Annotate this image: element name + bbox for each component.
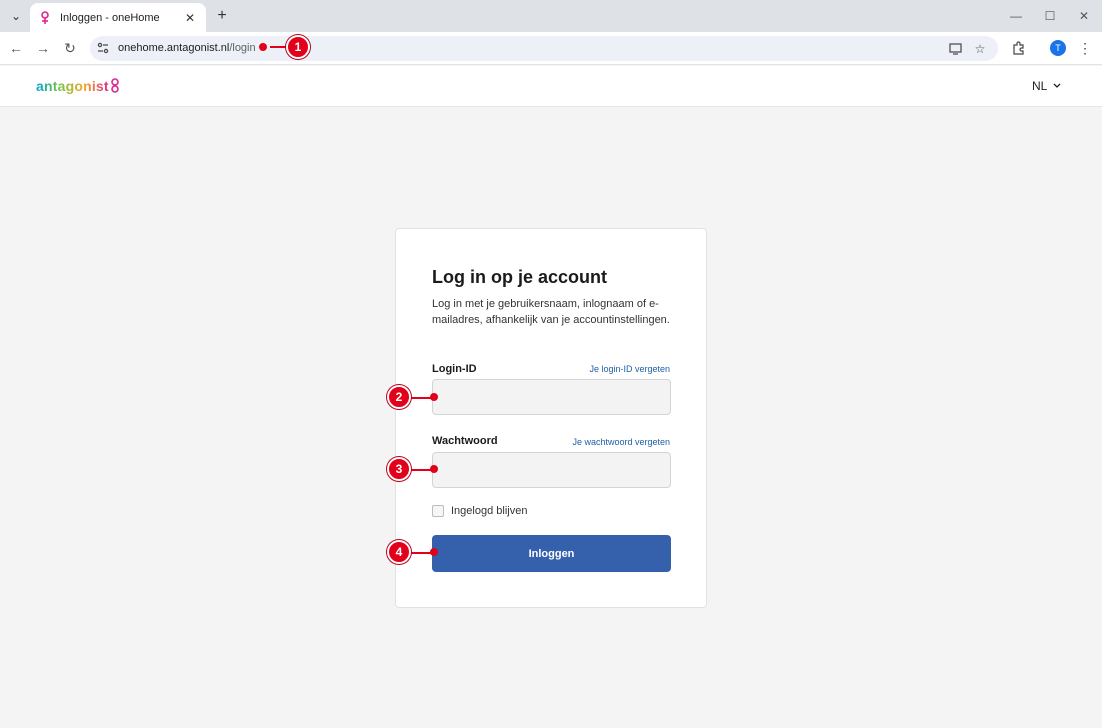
forward-icon[interactable]: → <box>33 38 53 58</box>
antagonist-favicon-icon <box>38 10 52 25</box>
new-tab-icon[interactable]: + <box>212 6 232 26</box>
browser-toolbar: ← → ↻ onehome.antagonist.nl/login ☆ T ⋮ <box>0 32 1102 65</box>
antagonist-logo[interactable]: antagonist <box>36 76 120 96</box>
marker-4: 4 <box>387 540 411 564</box>
remember-checkbox[interactable] <box>432 505 444 517</box>
login-card: Log in op je account Log in met je gebru… <box>395 228 707 608</box>
tab-search-chevron-icon[interactable]: ⌄ <box>6 6 26 26</box>
login-id-label: Login-ID <box>432 363 477 375</box>
site-info-icon[interactable] <box>96 41 110 55</box>
url-path: /login <box>229 42 256 54</box>
language-label: NL <box>1032 79 1048 93</box>
minimize-icon[interactable]: — <box>1006 6 1026 26</box>
bookmark-star-icon[interactable]: ☆ <box>972 41 988 57</box>
window-close-icon[interactable]: ✕ <box>1074 6 1094 26</box>
forgot-login-id-link[interactable]: Je login-ID vergeten <box>589 364 670 374</box>
back-icon[interactable]: ← <box>6 38 26 58</box>
browser-tab[interactable]: Inloggen - oneHome ✕ <box>30 3 206 32</box>
logo-text: antagonist <box>36 78 109 94</box>
url-text: onehome.antagonist.nl/login <box>118 42 256 54</box>
marker-1-dot <box>259 43 267 51</box>
marker-4-dot <box>430 548 438 556</box>
language-selector[interactable]: NL <box>1032 79 1061 93</box>
remember-label: Ingelogd blijven <box>451 505 528 517</box>
marker-3: 3 <box>387 457 411 481</box>
marker-2-dot <box>430 393 438 401</box>
marker-1: 1 <box>286 35 310 59</box>
password-input[interactable] <box>432 452 671 488</box>
address-bar[interactable]: onehome.antagonist.nl/login ☆ <box>90 36 998 61</box>
remember-me[interactable]: Ingelogd blijven <box>432 505 527 517</box>
browser-tabstrip: ⌄ Inloggen - oneHome ✕ + — ☐ ✕ <box>0 0 1102 32</box>
password-label: Wachtwoord <box>432 435 498 447</box>
page-title: Log in op je account <box>432 267 607 287</box>
tab-title: Inloggen - oneHome <box>60 11 160 24</box>
marker-3-dot <box>430 465 438 473</box>
profile-avatar[interactable]: T <box>1050 40 1066 56</box>
login-button[interactable]: Inloggen <box>432 535 671 572</box>
forgot-password-link[interactable]: Je wachtwoord vergeten <box>572 437 670 447</box>
url-host: onehome.antagonist.nl <box>118 42 230 54</box>
site-header: antagonist NL <box>0 66 1102 107</box>
logo-mark-icon <box>110 78 119 93</box>
extensions-icon[interactable] <box>1010 39 1028 57</box>
reload-icon[interactable]: ↻ <box>60 38 80 58</box>
login-id-input[interactable] <box>432 379 671 415</box>
install-app-icon[interactable] <box>948 41 964 57</box>
login-description: Log in met je gebruikersnaam, inlognaam … <box>432 298 670 326</box>
maximize-icon[interactable]: ☐ <box>1040 6 1060 26</box>
browser-menu-icon[interactable]: ⋮ <box>1078 39 1092 57</box>
marker-2: 2 <box>387 385 411 409</box>
close-tab-icon[interactable]: ✕ <box>182 11 198 25</box>
chevron-down-icon <box>1053 83 1061 88</box>
